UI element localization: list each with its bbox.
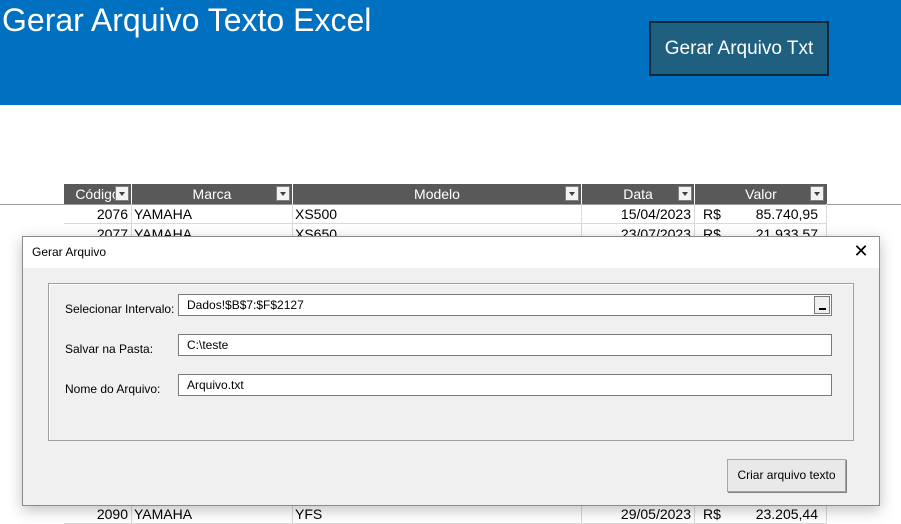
gerar-arquivo-dialog: Gerar Arquivo ✕ Selecionar Intervalo: Da… xyxy=(22,236,880,506)
header-label: Modelo xyxy=(414,186,460,202)
generate-txt-button[interactable]: Gerar Arquivo Txt xyxy=(649,21,829,76)
table-header: Código Marca Modelo Data Valor xyxy=(64,184,827,204)
cell-codigo[interactable]: 2090 xyxy=(64,504,132,524)
header-data: Data xyxy=(582,184,695,204)
cell-modelo[interactable]: YFS xyxy=(293,504,582,524)
header-label: Marca xyxy=(192,186,232,202)
form-frame: Selecionar Intervalo: Dados!$B$7:$F$2127… xyxy=(48,283,854,441)
header-banner: Gerar Arquivo Texto Excel Gerar Arquivo … xyxy=(0,0,901,105)
dialog-title: Gerar Arquivo xyxy=(32,245,107,259)
cell-modelo[interactable]: XS500 xyxy=(293,204,582,224)
range-selector-button[interactable] xyxy=(814,296,830,314)
header-label: Valor xyxy=(745,186,777,202)
dialog-titlebar[interactable]: Gerar Arquivo ✕ xyxy=(23,237,879,268)
header-label: Código xyxy=(75,186,120,202)
filter-dropdown-icon[interactable] xyxy=(115,186,129,201)
filter-dropdown-icon[interactable] xyxy=(810,186,824,201)
table-row: 2076 YAMAHA XS500 15/04/2023 R$ 85.740,9… xyxy=(64,204,827,224)
header-label: Data xyxy=(623,186,653,202)
folder-label: Salvar na Pasta: xyxy=(65,342,154,356)
header-valor: Valor xyxy=(695,184,827,204)
filter-dropdown-icon[interactable] xyxy=(565,186,579,201)
filter-dropdown-icon[interactable] xyxy=(276,186,290,201)
cell-codigo[interactable]: 2076 xyxy=(64,204,132,224)
range-input[interactable]: Dados!$B$7:$F$2127 xyxy=(178,294,832,316)
cell-marca[interactable]: YAMAHA xyxy=(132,504,293,524)
filter-dropdown-icon[interactable] xyxy=(678,186,692,201)
filename-input[interactable]: Arquivo.txt xyxy=(178,374,832,396)
folder-input[interactable]: C:\teste xyxy=(178,334,832,356)
page-title: Gerar Arquivo Texto Excel xyxy=(2,2,372,38)
header-marca: Marca xyxy=(132,184,293,204)
cell-valor[interactable]: R$ 85.740,95 xyxy=(695,204,827,224)
range-label: Selecionar Intervalo: xyxy=(65,302,175,316)
close-icon[interactable]: ✕ xyxy=(849,241,873,263)
create-text-file-button[interactable]: Criar arquivo texto xyxy=(727,459,846,492)
currency-symbol: R$ xyxy=(703,206,721,222)
header-modelo: Modelo xyxy=(293,184,582,204)
amount: 23.205,44 xyxy=(755,506,818,522)
header-codigo: Código xyxy=(64,184,132,204)
table-row: 2090 YAMAHA YFS 29/05/2023 R$ 23.205,44 xyxy=(64,504,827,524)
amount: 85.740,95 xyxy=(755,206,818,222)
cell-data[interactable]: 15/04/2023 xyxy=(582,204,695,224)
cell-marca[interactable]: YAMAHA xyxy=(132,204,293,224)
cell-valor[interactable]: R$ 23.205,44 xyxy=(695,504,827,524)
cell-data[interactable]: 29/05/2023 xyxy=(582,504,695,524)
filename-label: Nome do Arquivo: xyxy=(65,382,161,396)
currency-symbol: R$ xyxy=(703,506,721,522)
collapse-icon xyxy=(819,308,826,310)
